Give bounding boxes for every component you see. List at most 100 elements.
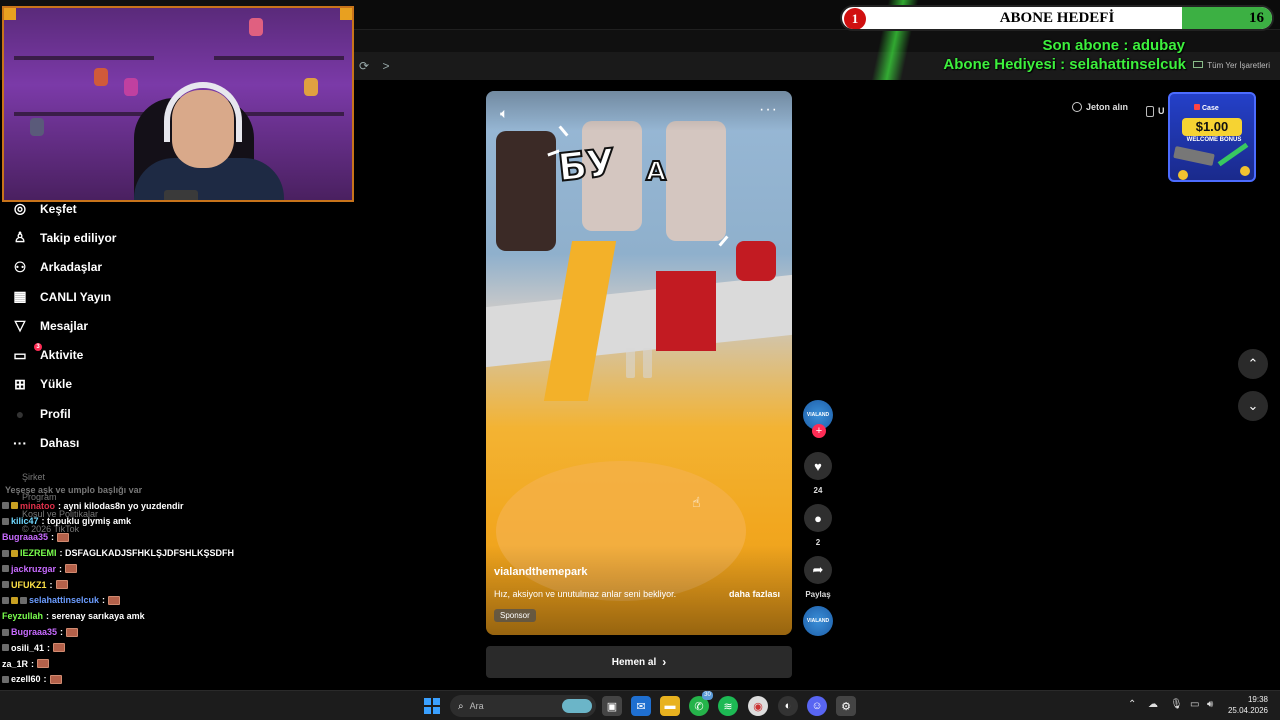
chat-message: Bugraaa35 : [2, 624, 350, 640]
chat-username[interactable]: Bugraaa35 [2, 532, 48, 542]
rider-figure [666, 121, 726, 241]
microphone-icon[interactable]: 🎙︎ [1170, 699, 1183, 710]
all-bookmarks-link[interactable]: Tüm Yer İşaretleri [1193, 61, 1270, 70]
like-count: 24 [813, 486, 823, 495]
more-dots-icon: ··· [13, 435, 27, 452]
chat-username[interactable]: kilic47 [11, 516, 39, 526]
sidebar-item-activity[interactable]: ▭ 3 Aktivite [10, 340, 350, 369]
chat-message: minatoo : ayni kilodas8n yo yuzdendir [2, 498, 350, 514]
upload-icon[interactable] [1146, 106, 1154, 117]
sidebar-item-explore[interactable]: ◎ Keşfet [10, 194, 350, 223]
taskbar-search[interactable]: ⌕ Ara [450, 695, 596, 717]
sidebar-item-upload[interactable]: ⊞ Yükle [10, 370, 350, 399]
volume-tray-icon[interactable]: 🔊︎ [1207, 699, 1213, 710]
sidebar-item-following[interactable]: ♙ Takip ediliyor [10, 223, 350, 252]
task-view-icon[interactable]: ▣ [602, 696, 622, 716]
outlook-icon[interactable]: ✉ [631, 696, 651, 716]
comment-button[interactable]: ● [804, 504, 832, 532]
heart-icon: ♥ [814, 458, 822, 474]
shelf [14, 112, 154, 116]
refresh-icon[interactable]: ⟳ [356, 58, 372, 74]
pause-icon[interactable] [614, 341, 664, 385]
chat-badge-icon [2, 565, 9, 573]
spotify-icon[interactable]: ≋ [718, 696, 738, 716]
network-icon[interactable]: ▭ [1190, 699, 1199, 710]
upload-label[interactable]: U [1158, 106, 1165, 116]
chat-message: jackruzgar : [2, 561, 350, 577]
sponsor-badge: Sponsor [494, 609, 536, 622]
forward-icon[interactable]: > [378, 58, 394, 74]
like-button[interactable]: ♥ [804, 452, 832, 480]
chrome-icon[interactable]: ◉ [748, 696, 768, 716]
chat-username[interactable]: osili_41 [11, 643, 44, 653]
tray-chevron-up-icon[interactable]: ⌃ [1128, 699, 1136, 710]
chat-username[interactable]: IEZREMI [20, 548, 57, 558]
follow-plus-icon[interactable]: + [812, 424, 826, 438]
chat-message: IEZREMI : DSFAGLKADJSFHKLŞJDFSHLKŞSDFH [2, 545, 350, 561]
chat-badge-icon [2, 628, 9, 636]
chat-emote-icon [55, 580, 68, 590]
chat-username[interactable]: ezell60 [11, 674, 41, 684]
buy-now-button[interactable]: Hemen al › [486, 646, 792, 678]
sidebar-item-more[interactable]: ··· Dahası [10, 428, 350, 457]
settings-icon[interactable]: ⚙ [836, 696, 856, 716]
sidebar-item-live[interactable]: ▦ CANLI Yayın [10, 282, 350, 311]
chat-message: Yeşeşe aşk ve umplo başlığı var [2, 482, 350, 498]
windows-start-icon[interactable] [424, 698, 440, 714]
chat-text: : [59, 563, 63, 574]
chat-text: : ayni kilodas8n yo yuzdendir [58, 500, 184, 511]
chat-message: kilic47 : topuklu giymiş amk [2, 514, 350, 530]
chat-message: Bugraaa35 : [2, 529, 350, 545]
video-more-link[interactable]: daha fazlası [729, 589, 780, 599]
video-account-name[interactable]: vialandthemepark [494, 566, 588, 578]
activity-icon: ▭ [13, 346, 27, 363]
more-options-icon[interactable]: ··· [759, 101, 778, 119]
coin-icon [1072, 102, 1082, 112]
sidebar-item-messages[interactable]: ▽ Mesajlar [10, 311, 350, 340]
system-clock[interactable]: 19:38 25.04.2026 [1224, 694, 1268, 716]
get-coins-button[interactable]: Jeton alın [1072, 102, 1128, 112]
chevron-up-icon: ⌃ [1247, 356, 1259, 371]
chat-emote-icon [49, 674, 62, 684]
chat-username[interactable]: UFUKZ1 [11, 580, 47, 590]
previous-video-button[interactable]: ⌃ [1238, 349, 1268, 379]
sound-disc-avatar[interactable]: VIALAND [803, 606, 833, 636]
person-icon: ♙ [13, 229, 27, 246]
sub-goal-current: 1 [844, 8, 866, 29]
chat-username[interactable]: minatoo [20, 501, 55, 511]
file-explorer-icon[interactable]: ▬ [660, 696, 680, 716]
chat-username[interactable]: Feyzullah [2, 611, 43, 621]
friends-icon: ⚇ [13, 258, 27, 275]
sub-goal-target: 16 [1249, 10, 1264, 26]
chat-emote-icon [57, 532, 70, 542]
sidebar-item-label: Dahası [40, 436, 80, 451]
next-video-button[interactable]: ⌄ [1238, 391, 1268, 421]
discord-icon[interactable]: ☺ [807, 696, 827, 716]
video-description: Hız, aksiyon ve unutulmaz anlar seni bek… [494, 589, 677, 599]
volume-icon[interactable]: 🔈︎ [500, 105, 508, 122]
brand-logo-icon [1194, 104, 1200, 110]
chat-text: : [43, 674, 47, 685]
chat-badge-icon [2, 502, 9, 510]
app-icon[interactable]: ◐ [778, 696, 798, 716]
sidebar-item-profile[interactable]: ● Profil [10, 399, 350, 428]
chat-emote-icon [66, 627, 79, 637]
chevron-down-icon: ⌄ [1247, 398, 1259, 413]
cloud-icon[interactable]: ☁ [1148, 699, 1158, 710]
chat-text: : [102, 595, 106, 606]
chat-username[interactable]: za_1R [2, 659, 28, 669]
sound-disc-text: VIALAND [806, 618, 830, 624]
sidebar-item-friends[interactable]: ⚇ Arkadaşlar [10, 253, 350, 282]
chat-username[interactable]: selahattinselcuk [29, 595, 99, 605]
chat-emote-icon [37, 659, 50, 669]
frame-corner [4, 8, 16, 20]
chat-username[interactable]: Bugraaa35 [11, 627, 57, 637]
ride-seat [736, 241, 776, 281]
share-button[interactable]: ➦ [804, 556, 832, 584]
chat-username[interactable]: jackruzgar [11, 564, 56, 574]
video-sticker-letter: A [645, 156, 667, 188]
chat-message: selahattinselcuk : [2, 593, 350, 609]
video-player[interactable]: БУ A 🔈︎ ··· vialandthemepark Hız, aksiyo… [486, 91, 792, 635]
sidebar-item-label: Aktivite [40, 348, 84, 363]
footer-link-company[interactable]: Şirket [22, 472, 45, 482]
